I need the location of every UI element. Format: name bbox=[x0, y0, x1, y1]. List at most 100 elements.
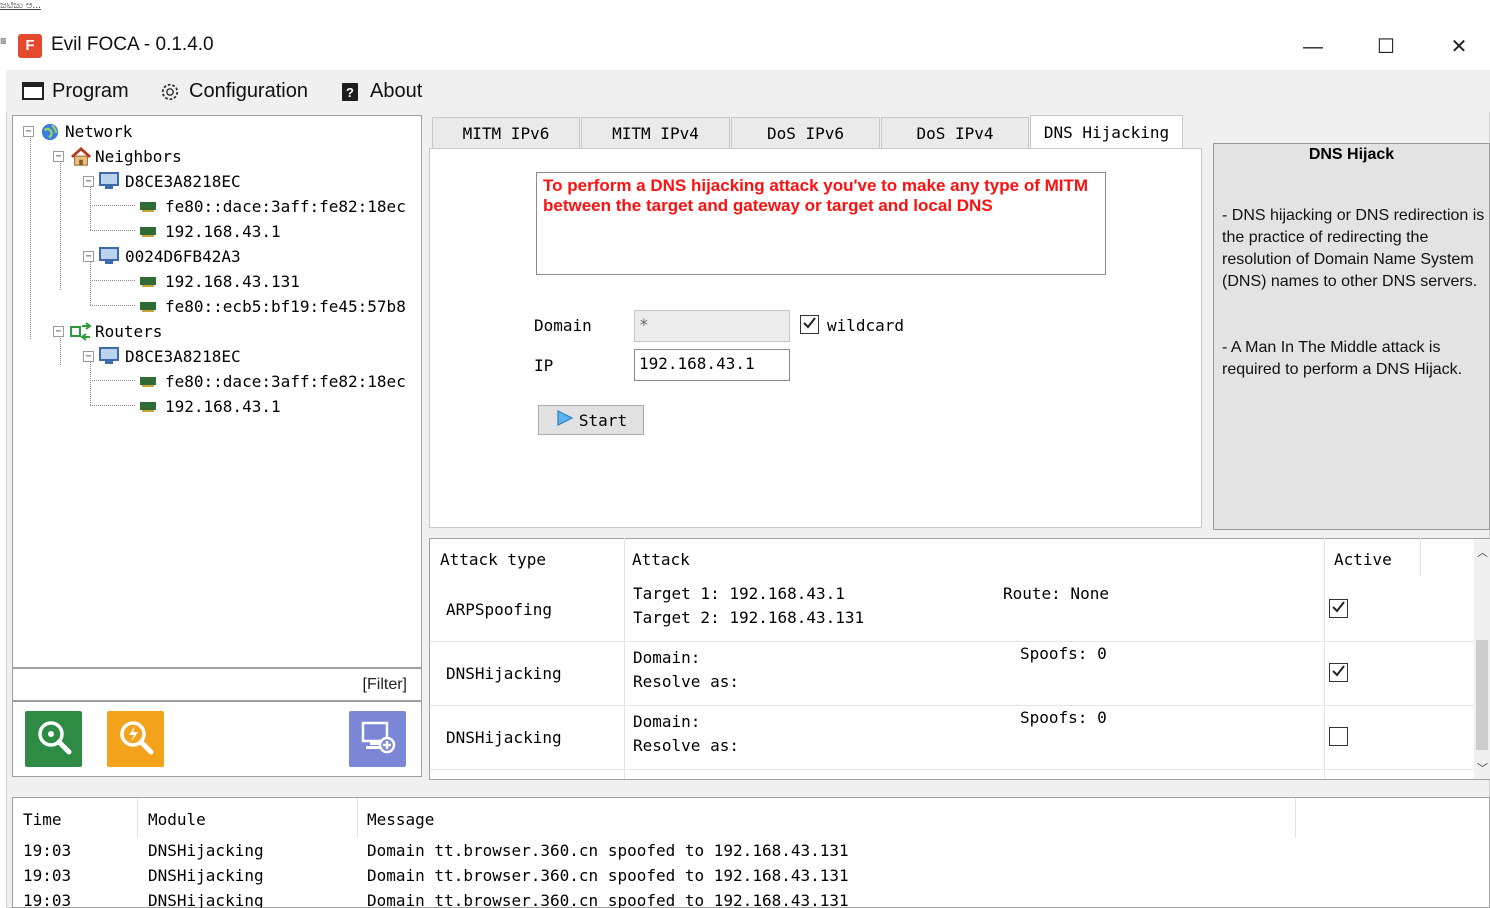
filter-input[interactable]: [Filter] bbox=[12, 668, 422, 701]
magnifier-icon bbox=[35, 718, 73, 761]
log-time-cell: 19:03 bbox=[23, 841, 72, 860]
column-header-module[interactable]: Module bbox=[148, 810, 206, 829]
network-card-icon bbox=[139, 297, 159, 315]
menu-about-label: About bbox=[370, 79, 423, 102]
tree-node-neighbor-host[interactable]: − D8CE3A8218EC bbox=[83, 169, 241, 193]
tree-node-router-host[interactable]: − D8CE3A8218EC bbox=[83, 344, 241, 368]
wildcard-label: wildcard bbox=[827, 316, 905, 335]
menu-program[interactable]: Program bbox=[22, 78, 129, 104]
tree-node-address[interactable]: 192.168.43.1 bbox=[139, 219, 281, 243]
log-module-cell: DNSHijacking bbox=[148, 891, 264, 908]
computer-icon bbox=[99, 347, 119, 365]
tab-mitm-ipv6[interactable]: MITM IPv6 bbox=[432, 117, 580, 149]
scan-button[interactable] bbox=[25, 711, 82, 767]
help-book-icon: ? bbox=[340, 82, 362, 101]
menu-configuration[interactable]: Configuration bbox=[159, 78, 308, 104]
maximize-button[interactable]: ☐ bbox=[1351, 24, 1421, 70]
tree-label-network: Network bbox=[65, 121, 133, 141]
attack-detail-cell: Target 2: 192.168.43.131 bbox=[633, 608, 865, 627]
tree-node-address[interactable]: 192.168.43.131 bbox=[139, 269, 300, 293]
network-tree[interactable]: − Network − Neighbors − D8CE3A8218EC fe8… bbox=[12, 115, 422, 668]
scroll-up-icon[interactable]: ︿ bbox=[1477, 544, 1488, 560]
tree-node-address[interactable]: 192.168.43.1 bbox=[139, 394, 281, 418]
scroll-down-icon[interactable]: ﹀ bbox=[1477, 760, 1488, 776]
minimize-button[interactable]: — bbox=[1278, 24, 1348, 70]
tree-label-host: D8CE3A8218EC bbox=[125, 346, 241, 366]
collapse-icon[interactable]: − bbox=[53, 325, 64, 337]
network-card-icon bbox=[139, 397, 159, 415]
network-card-icon bbox=[139, 222, 159, 240]
attack-detail-cell: Target 1: 192.168.43.1 bbox=[633, 584, 845, 603]
add-host-button[interactable] bbox=[349, 711, 406, 767]
tree-node-address[interactable]: fe80::dace:3aff:fe82:18ec bbox=[139, 194, 406, 218]
collapse-icon[interactable]: − bbox=[83, 175, 94, 187]
computer-icon bbox=[99, 172, 119, 190]
app-logo-icon: F bbox=[18, 34, 42, 58]
attack-detail-cell: Domain: bbox=[633, 712, 701, 731]
log-message-cell: Domain tt.browser.360.cn spoofed to 192.… bbox=[367, 841, 849, 860]
ip-label: IP bbox=[534, 356, 554, 375]
attack-type-cell: DNSHijacking bbox=[446, 728, 562, 747]
tree-node-address[interactable]: fe80::ecb5:bf19:fe45:57b8 bbox=[139, 294, 406, 318]
active-checkbox[interactable] bbox=[1329, 727, 1348, 746]
collapse-icon[interactable]: − bbox=[83, 250, 94, 262]
start-label: Start bbox=[578, 410, 628, 430]
desktop-fragment-text: ಜಟಿಜು ಆ... bbox=[0, 0, 41, 11]
menu-about[interactable]: ? About bbox=[340, 78, 422, 104]
checkmark-icon bbox=[1331, 663, 1346, 683]
gear-icon bbox=[159, 82, 181, 101]
add-computer-icon bbox=[358, 718, 398, 761]
filter-label: [Filter] bbox=[362, 676, 407, 693]
log-time-cell: 19:03 bbox=[23, 866, 72, 885]
lightning-scan-button[interactable] bbox=[107, 711, 164, 767]
scrollbar-thumb[interactable] bbox=[1476, 640, 1488, 750]
window-icon bbox=[22, 82, 44, 100]
wildcard-checkbox[interactable] bbox=[800, 315, 819, 334]
network-card-icon bbox=[139, 272, 159, 290]
tree-node-address[interactable]: fe80::dace:3aff:fe82:18ec bbox=[139, 369, 406, 393]
log-module-cell: DNSHijacking bbox=[148, 866, 264, 885]
network-card-icon bbox=[139, 197, 159, 215]
tree-node-routers[interactable]: − Routers bbox=[53, 319, 162, 343]
active-checkbox[interactable] bbox=[1329, 663, 1348, 682]
attack-detail-cell: Domain: bbox=[633, 648, 701, 667]
column-header-attack-type[interactable]: Attack type bbox=[440, 550, 546, 569]
tree-label-routers: Routers bbox=[95, 321, 163, 341]
attack-detail-cell: Resolve as: bbox=[633, 736, 739, 755]
close-button[interactable]: ✕ bbox=[1424, 24, 1490, 70]
tree-label-address: 192.168.43.1 bbox=[165, 221, 281, 241]
collapse-icon[interactable]: − bbox=[23, 125, 34, 137]
tab-dos-ipv6[interactable]: DoS IPv6 bbox=[731, 117, 880, 149]
collapse-icon[interactable]: − bbox=[83, 350, 94, 362]
warning-message: To perform a DNS hijacking attack you've… bbox=[536, 172, 1106, 275]
tab-dns-hijacking[interactable]: DNS Hijacking bbox=[1030, 115, 1183, 149]
log-time-cell: 19:03 bbox=[23, 891, 72, 908]
log-message-cell: Domain tt.browser.360.cn spoofed to 192.… bbox=[367, 866, 849, 885]
checkmark-icon bbox=[802, 315, 817, 335]
tree-node-neighbor-host[interactable]: − 0024D6FB42A3 bbox=[83, 244, 241, 268]
log-message-cell: Domain tt.browser.360.cn spoofed to 192.… bbox=[367, 891, 849, 908]
tree-label-address: fe80::dace:3aff:fe82:18ec bbox=[165, 371, 406, 391]
ip-input[interactable]: 192.168.43.1 bbox=[634, 349, 790, 381]
attack-extra-cell: Spoofs: 0 bbox=[1020, 644, 1107, 663]
column-header-message[interactable]: Message bbox=[367, 810, 434, 829]
active-checkbox[interactable] bbox=[1329, 599, 1348, 618]
domain-input[interactable]: * bbox=[634, 310, 790, 342]
tree-node-network[interactable]: − Network bbox=[23, 119, 132, 143]
start-button[interactable]: Start bbox=[538, 405, 644, 435]
tree-label-address: fe80::ecb5:bf19:fe45:57b8 bbox=[165, 296, 406, 316]
attack-detail-cell: Resolve as: bbox=[633, 672, 739, 691]
collapse-icon[interactable]: − bbox=[53, 150, 64, 162]
tab-mitm-ipv4[interactable]: MITM IPv4 bbox=[581, 117, 730, 149]
router-icon bbox=[69, 322, 92, 341]
help-paragraph: - DNS hijacking or DNS redirection is th… bbox=[1222, 207, 1485, 290]
computer-icon bbox=[99, 247, 119, 265]
tab-dos-ipv4[interactable]: DoS IPv4 bbox=[881, 117, 1029, 149]
tree-node-neighbors[interactable]: − Neighbors bbox=[53, 144, 182, 168]
tree-label-address: 192.168.43.131 bbox=[165, 271, 300, 291]
column-header-attack[interactable]: Attack bbox=[632, 550, 690, 569]
column-header-time[interactable]: Time bbox=[23, 810, 62, 829]
column-header-active[interactable]: Active bbox=[1334, 550, 1392, 569]
house-icon bbox=[69, 146, 92, 166]
network-card-icon bbox=[139, 372, 159, 390]
